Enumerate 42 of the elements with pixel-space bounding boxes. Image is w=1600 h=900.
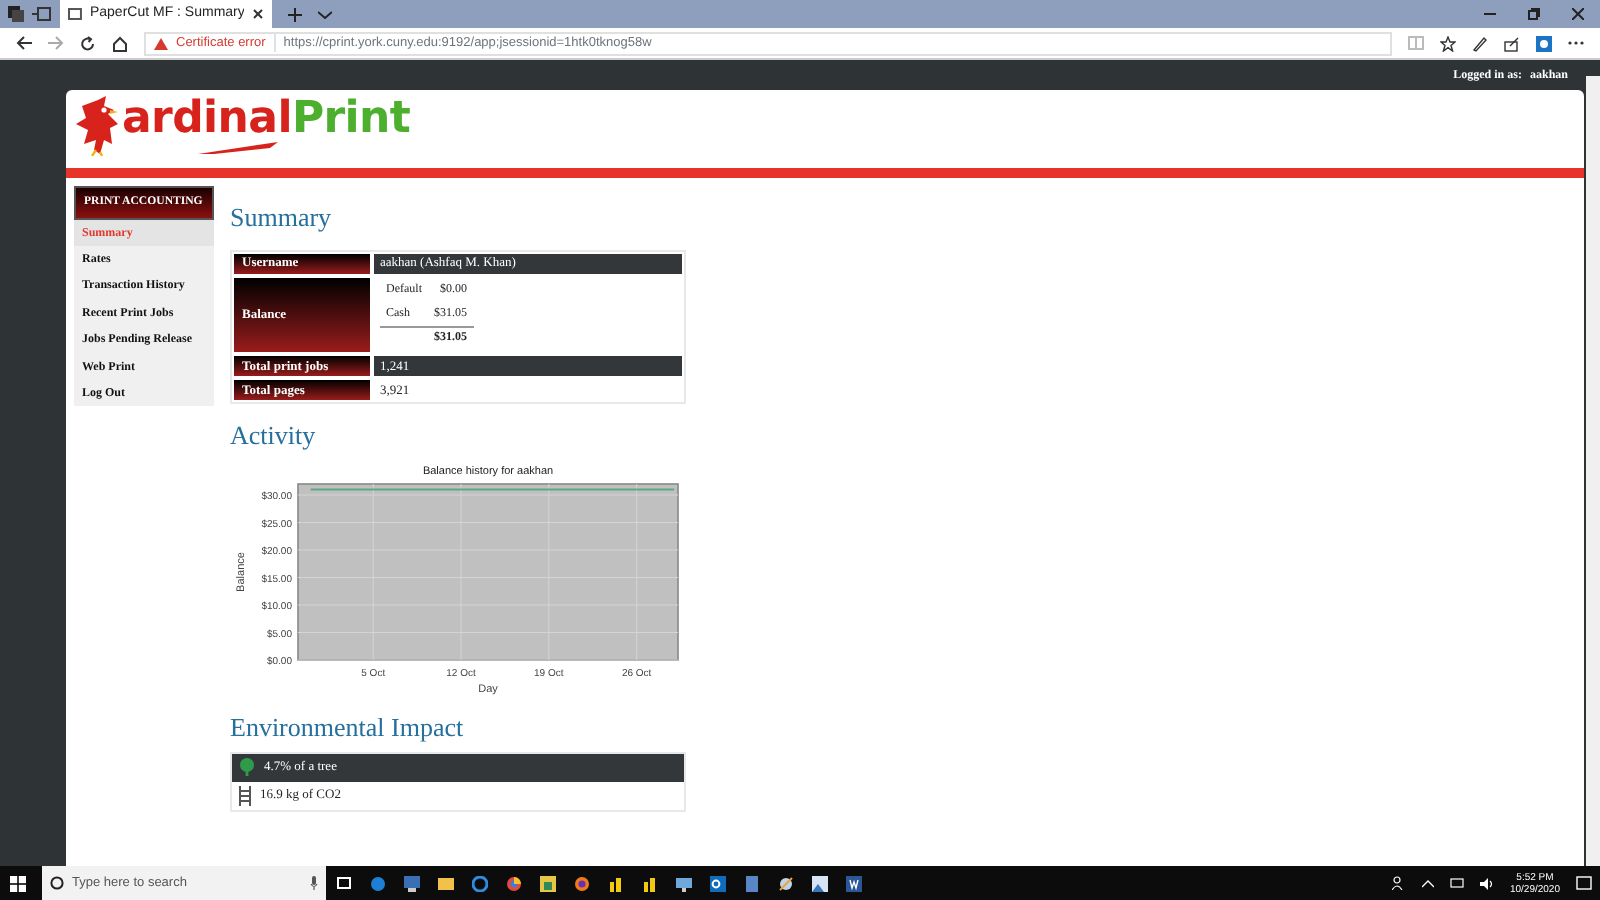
- computer-icon[interactable]: [403, 875, 419, 891]
- more-icon[interactable]: [1568, 40, 1584, 46]
- tree-icon: [238, 758, 256, 777]
- microphone-icon: [310, 876, 318, 890]
- section-title: Summary: [230, 202, 334, 234]
- task-view-icon[interactable]: [335, 875, 351, 891]
- minimize-icon[interactable]: [1484, 8, 1496, 20]
- new-tab-icon[interactable]: [288, 7, 302, 21]
- close-icon[interactable]: [252, 8, 264, 20]
- share-icon[interactable]: [1504, 35, 1520, 51]
- chevron-up-icon[interactable]: [1421, 879, 1434, 887]
- logo-text: ardinal: [122, 97, 292, 141]
- close-icon[interactable]: [1572, 8, 1584, 20]
- restore-icon[interactable]: [1528, 8, 1540, 20]
- section-title: Activity: [230, 420, 318, 452]
- people-icon[interactable]: [1391, 876, 1406, 890]
- section-title: Environmental Impact: [230, 711, 466, 744]
- extension-icon[interactable]: [1536, 35, 1552, 51]
- notification-icon[interactable]: [1576, 875, 1592, 891]
- logo-text: Print: [291, 97, 411, 141]
- folder-icon[interactable]: [437, 875, 453, 891]
- home-icon[interactable]: [112, 35, 128, 51]
- search-icon: [50, 876, 64, 890]
- ladder-icon: [238, 785, 252, 806]
- outlook-icon[interactable]: [709, 875, 725, 891]
- tab-preview-icon[interactable]: [32, 6, 52, 22]
- scrollbar[interactable]: [1586, 76, 1600, 866]
- pen-icon[interactable]: [1472, 35, 1488, 51]
- image-icon[interactable]: [811, 875, 827, 891]
- windows-icon[interactable]: [8, 6, 24, 22]
- chevron-down-icon[interactable]: [318, 9, 332, 19]
- refresh-icon[interactable]: [80, 35, 96, 51]
- speaker-icon[interactable]: [1479, 877, 1494, 889]
- page-icon: [68, 8, 82, 20]
- bar-chart-icon[interactable]: [607, 875, 623, 891]
- star-icon[interactable]: [1440, 35, 1456, 51]
- cardinal-bird-drawing: [74, 95, 122, 155]
- back-icon[interactable]: [16, 36, 32, 50]
- word-icon[interactable]: [845, 875, 861, 891]
- warning-icon: [154, 37, 168, 49]
- bar-chart-icon[interactable]: [641, 875, 657, 891]
- windows-start-icon[interactable]: [9, 875, 25, 891]
